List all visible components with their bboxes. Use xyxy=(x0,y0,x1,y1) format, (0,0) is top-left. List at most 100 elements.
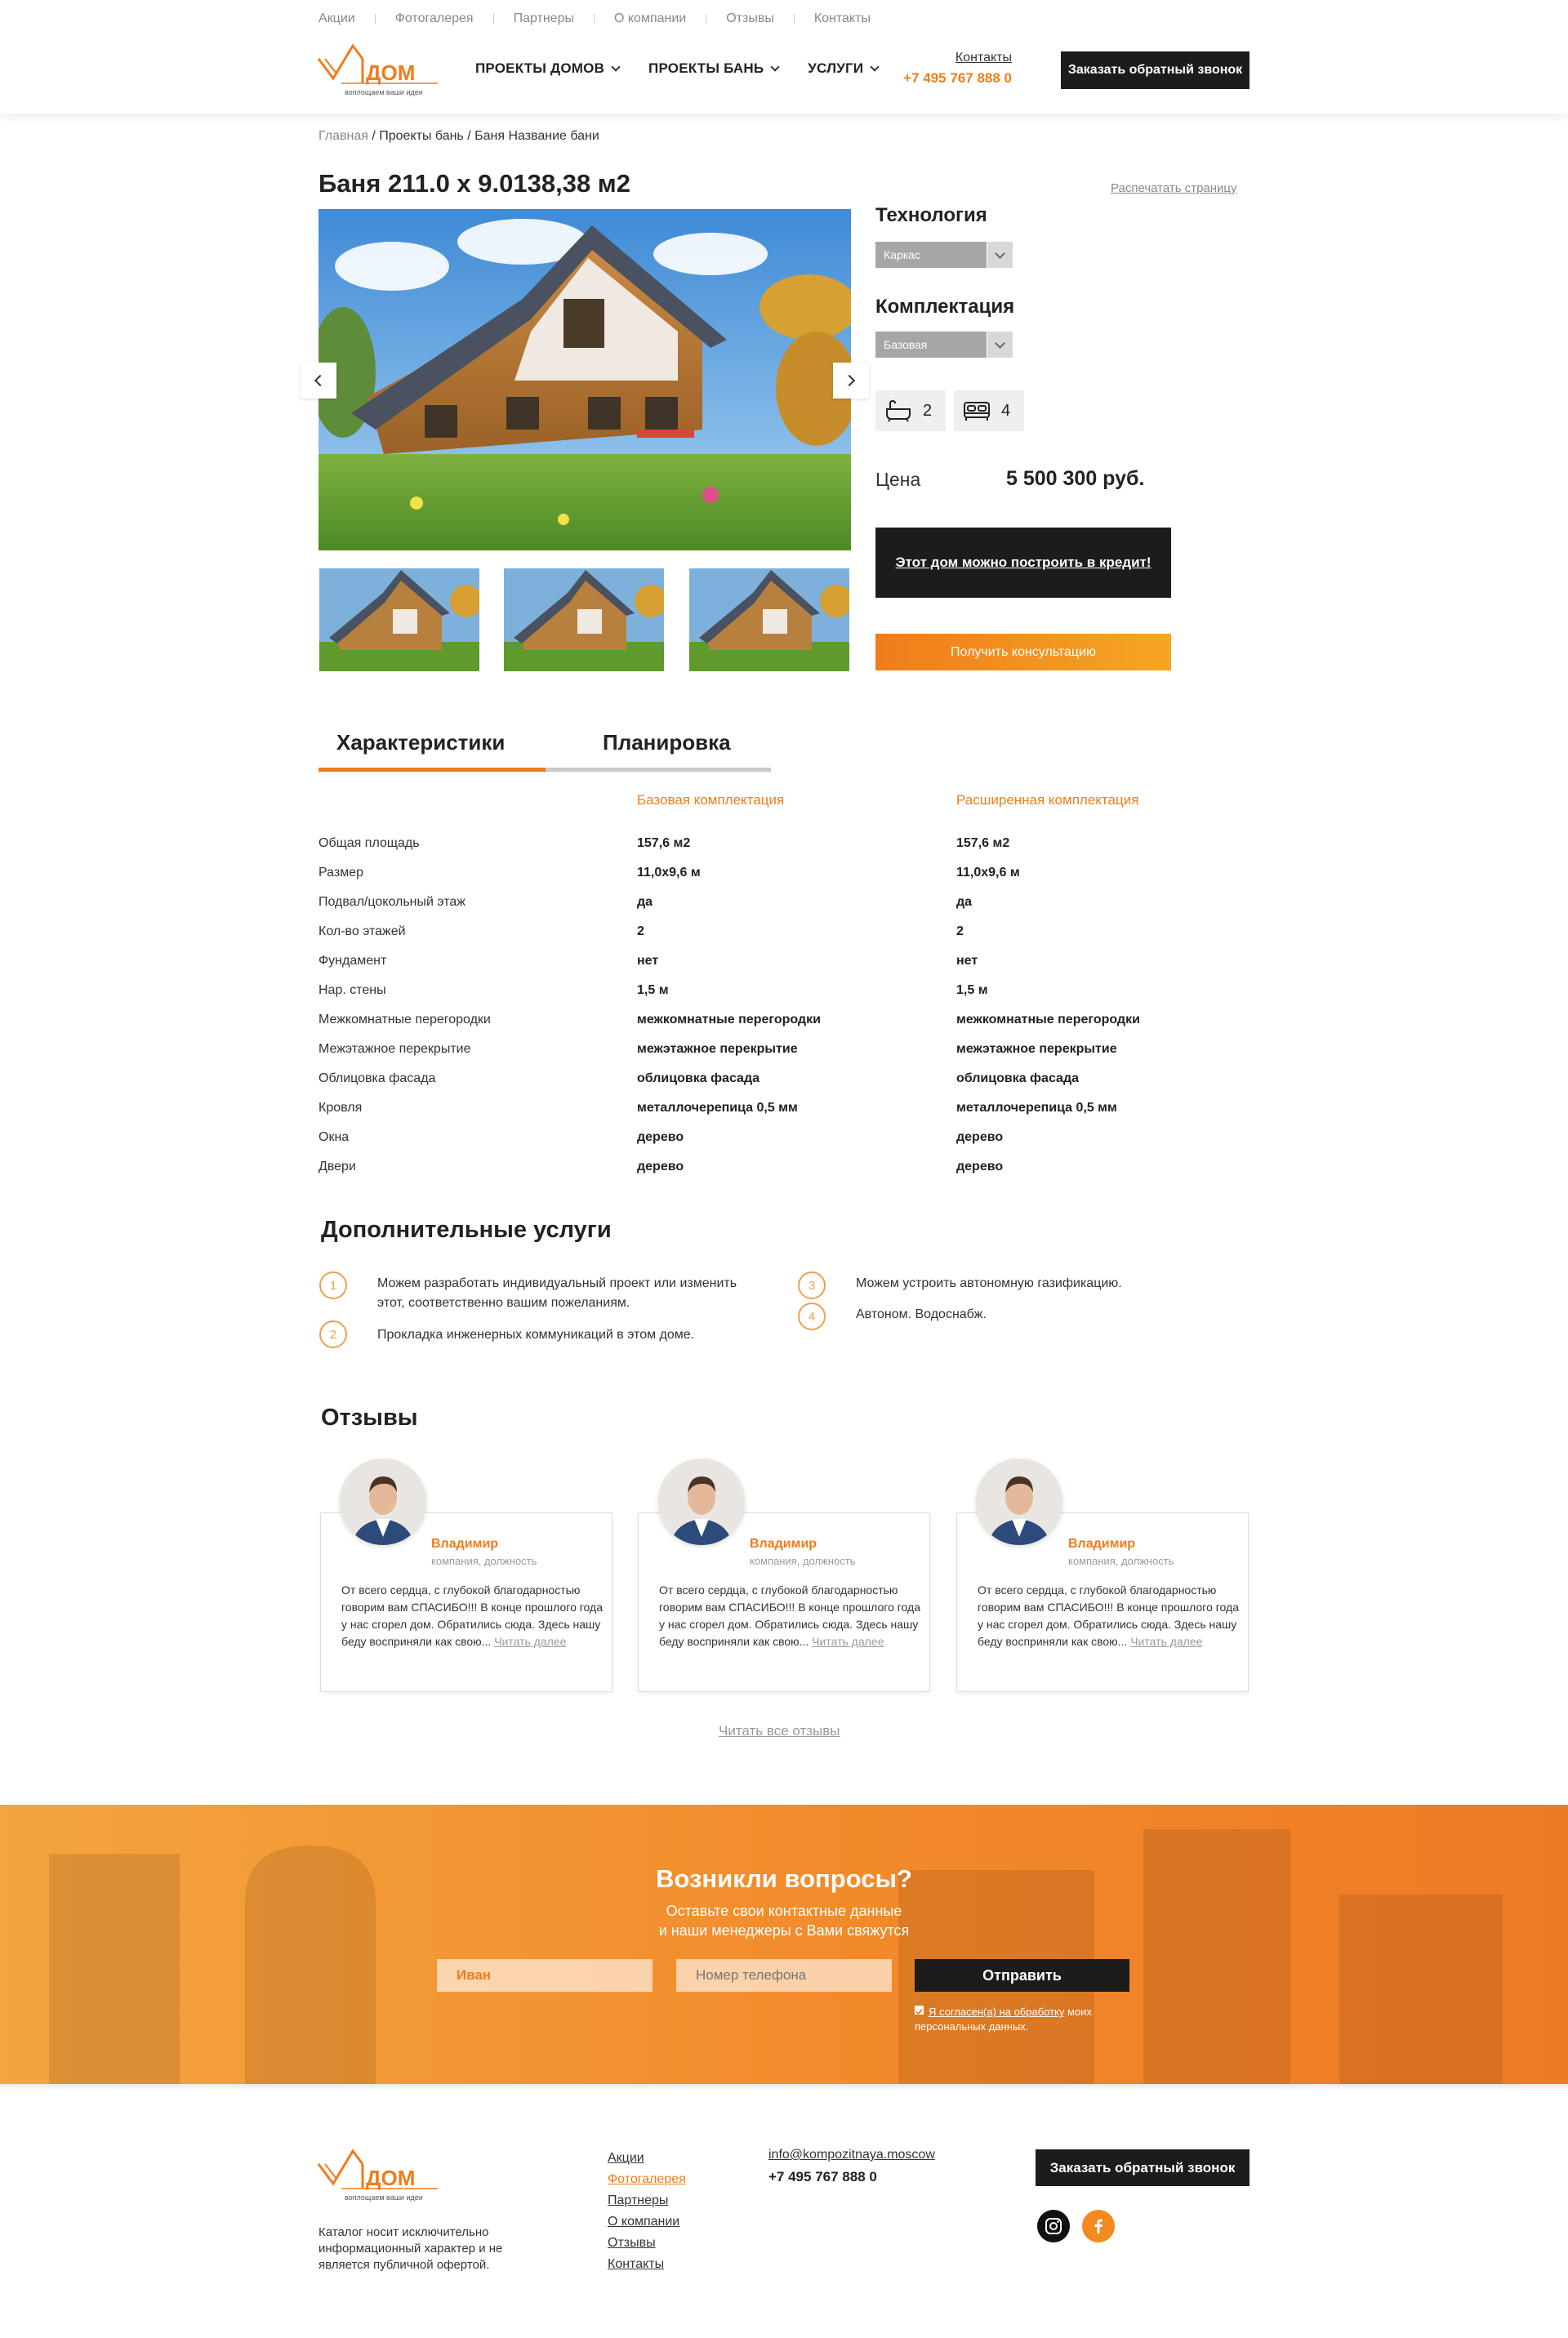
footer-logo[interactable]: ДОМ воплощаем ваши идеи xyxy=(317,2146,439,2207)
chevron-left-icon xyxy=(314,374,327,387)
footer-link-about[interactable]: О компании xyxy=(608,2211,686,2233)
site-logo[interactable]: ДОМ воплощаем ваши идеи xyxy=(317,41,439,102)
send-button[interactable]: Отправить xyxy=(915,1959,1129,1992)
house-logo-icon: ДОМ воплощаем ваши идеи xyxy=(317,2149,438,2202)
chevron-down-icon xyxy=(987,242,1013,268)
gallery-thumbnail[interactable] xyxy=(319,568,479,671)
avatar xyxy=(340,1458,426,1545)
spec-basic: межэтажное перекрытие xyxy=(637,1042,798,1056)
phone-field[interactable] xyxy=(676,1959,892,1992)
topnav-link-promo[interactable]: Акции xyxy=(318,11,355,26)
divider xyxy=(374,14,376,24)
chevron-down-icon xyxy=(987,332,1013,358)
name-field[interactable] xyxy=(437,1959,653,1992)
kit-heading: Комплектация xyxy=(875,296,1015,318)
topnav-link-partners[interactable]: Партнеры xyxy=(514,11,574,26)
read-more-link[interactable]: Читать далее xyxy=(494,1635,566,1648)
spec-key: Общая площадь xyxy=(318,836,420,850)
svg-text:воплощаем ваши идеи: воплощаем ваши идеи xyxy=(345,88,423,96)
kit-value: Базовая xyxy=(884,338,928,351)
footer-link-reviews[interactable]: Отзывы xyxy=(608,2233,686,2254)
review-author: Владимир xyxy=(1068,1537,1136,1551)
service-number: 3 xyxy=(798,1271,826,1299)
spec-basic: 1,5 м xyxy=(637,983,669,997)
spec-extended: дерево xyxy=(956,1130,1004,1144)
topnav-link-gallery[interactable]: Фотогалерея xyxy=(395,11,474,26)
spec-basic: дерево xyxy=(637,1130,684,1144)
footer-phone[interactable]: +7 495 767 888 0 xyxy=(768,2169,877,2185)
chevron-down-icon xyxy=(870,61,880,72)
nav-house-projects[interactable]: Проекты домов xyxy=(475,60,621,77)
consent-link[interactable]: Я согласен(а) на обработку xyxy=(929,2006,1064,2018)
table-row: Кол-во этажей 2 2 xyxy=(318,924,1250,954)
instagram-icon[interactable] xyxy=(1037,2210,1070,2242)
footer-link-contacts[interactable]: Контакты xyxy=(608,2254,686,2275)
spec-basic: облицовка фасада xyxy=(637,1071,760,1085)
gallery-thumbnail[interactable] xyxy=(504,568,664,671)
main-nav: Проекты домов Проекты бань Услуги xyxy=(475,60,907,77)
review-text: От всего сердца, с глубокой благодарност… xyxy=(659,1582,920,1650)
service-text: Автоном. Водоснабж. xyxy=(856,1307,987,1321)
table-row: Межкомнатные перегородки межкомнатные пер… xyxy=(318,1013,1250,1042)
checkbox-icon[interactable] xyxy=(915,2006,924,2015)
footer-nav: Акции Фотогалерея Партнеры О компании От… xyxy=(608,2148,686,2275)
spec-extended: 157,6 м2 xyxy=(956,836,1010,850)
tab-characteristics[interactable]: Характеристики xyxy=(336,730,505,755)
kit-select[interactable]: Базовая xyxy=(875,332,1013,358)
banner-background xyxy=(49,1829,1503,2084)
spec-extended: облицовка фасада xyxy=(956,1071,1079,1085)
gallery-prev-button[interactable] xyxy=(301,363,336,399)
consult-button[interactable]: Получить консультацию xyxy=(875,634,1171,670)
table-row: Межэтажное перекрытие межэтажное перекрыт… xyxy=(318,1042,1250,1071)
table-row: Кровля металлочерепица 0,5 мм металлочереп… xyxy=(318,1101,1250,1130)
spec-key: Кровля xyxy=(318,1101,363,1115)
svg-text:ДОМ: ДОМ xyxy=(366,2166,415,2190)
review-position: компания, должность xyxy=(1068,1555,1174,1567)
topnav-link-reviews[interactable]: Отзывы xyxy=(726,11,774,26)
facebook-icon[interactable] xyxy=(1082,2210,1115,2242)
read-more-link[interactable]: Читать далее xyxy=(1130,1635,1202,1648)
read-more-link[interactable]: Читать далее xyxy=(812,1635,884,1648)
svg-text:воплощаем ваши идеи: воплощаем ваши идеи xyxy=(345,2193,423,2202)
nav-services[interactable]: Услуги xyxy=(808,60,880,77)
callback-button[interactable]: Заказать обратный звонок xyxy=(1061,51,1250,89)
header-contacts-link[interactable]: Контакты xyxy=(896,51,1012,65)
table-row: Нар. стены 1,5 м 1,5 м xyxy=(318,983,1250,1013)
main-photo xyxy=(318,209,851,550)
spec-extended: межкомнатные перегородки xyxy=(956,1013,1140,1026)
nav-bath-projects[interactable]: Проекты бань xyxy=(648,60,780,77)
review-position: компания, должность xyxy=(750,1555,856,1567)
footer-callback-button[interactable]: Заказать обратный звонок xyxy=(1036,2149,1250,2186)
price-label: Цена xyxy=(875,469,921,490)
footer-link-promo[interactable]: Акции xyxy=(608,2148,686,2169)
top-nav: Акции Фотогалерея Партнеры О компании От… xyxy=(318,11,871,26)
gallery-thumbnail[interactable] xyxy=(689,568,849,671)
spec-basic: металлочерепица 0,5 мм xyxy=(637,1101,798,1115)
footer-link-gallery[interactable]: Фотогалерея xyxy=(608,2169,686,2190)
spec-basic: 11,0х9,6 м xyxy=(637,866,701,880)
footer-link-partners[interactable]: Партнеры xyxy=(608,2190,686,2211)
topnav-link-about[interactable]: О компании xyxy=(614,11,686,26)
credit-button[interactable]: Этот дом можно построить в кредит! xyxy=(875,528,1171,598)
spec-key: Фундамент xyxy=(318,954,387,968)
consent-checkbox[interactable]: Я согласен(а) на обработку моих персонал… xyxy=(915,2005,1143,2034)
all-reviews-link[interactable]: Читать все отзывы xyxy=(719,1723,840,1739)
technology-value: Каркас xyxy=(884,248,920,261)
technology-select[interactable]: Каркас xyxy=(875,242,1013,268)
spec-basic: 2 xyxy=(637,924,644,938)
tab-layout[interactable]: Планировка xyxy=(603,730,731,755)
print-link[interactable]: Распечатать страницу xyxy=(1111,181,1237,195)
gallery-next-button[interactable] xyxy=(833,363,869,399)
column-basic-kit: Базовая комплектация xyxy=(637,792,785,808)
spec-extended: нет xyxy=(956,954,978,968)
table-row: Размер 11,0х9,6 м 11,0х9,6 м xyxy=(318,866,1250,895)
header-phone[interactable]: +7 495 767 888 0 xyxy=(896,70,1012,87)
breadcrumb-home[interactable]: Главная xyxy=(318,129,368,143)
spec-extended: металлочерепица 0,5 мм xyxy=(956,1101,1117,1115)
subtitle-line: Оставьте свои контактные данные xyxy=(666,1903,902,1919)
spec-basic: 157,6 м2 xyxy=(637,836,691,850)
topnav-link-contacts[interactable]: Контакты xyxy=(814,11,871,26)
tab-inactive-indicator xyxy=(546,768,771,772)
footer-email[interactable]: info@kompozitnaya.moscow xyxy=(768,2148,935,2162)
column-extended-kit: Расширенная комплектация xyxy=(956,792,1139,808)
